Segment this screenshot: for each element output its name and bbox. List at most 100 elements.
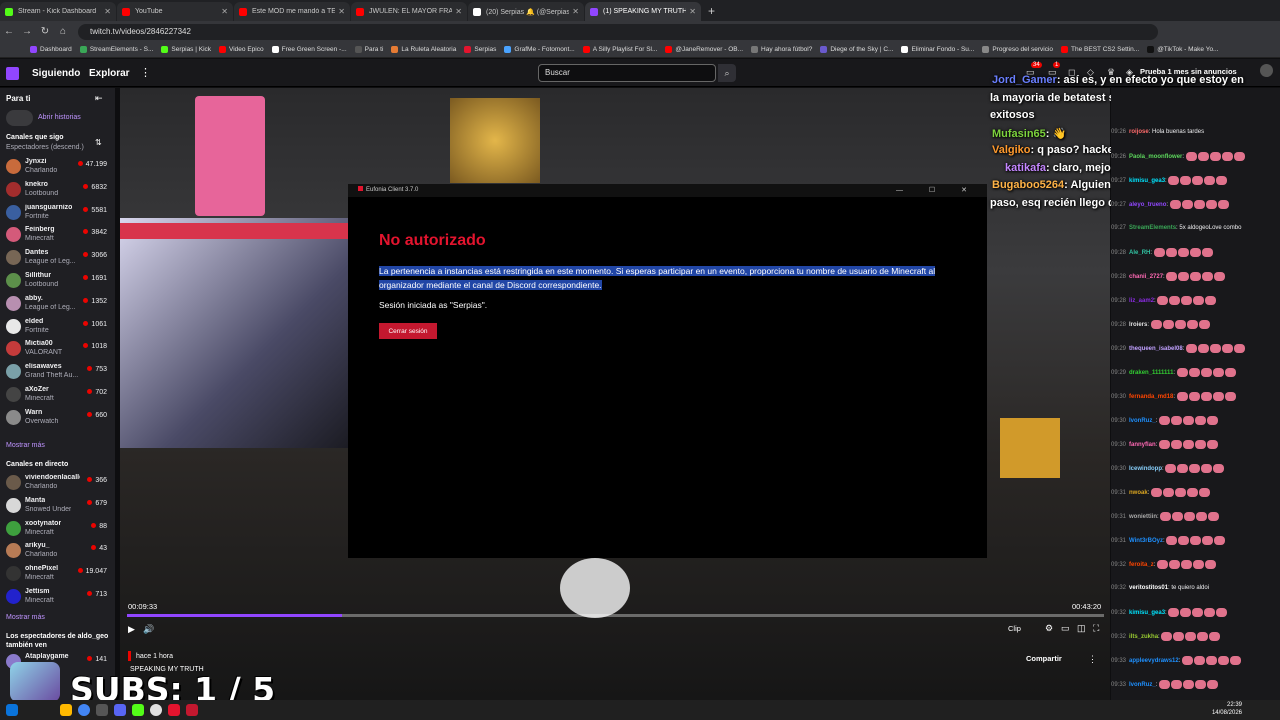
stories-link[interactable]: Abrir historias (38, 114, 81, 121)
chat-username[interactable]: Paola_moonflower (1129, 154, 1182, 160)
tab-close-icon[interactable]: ✕ (689, 7, 696, 16)
chat-username[interactable]: IvonRuz_ (1129, 682, 1156, 688)
bookmark-item[interactable]: GrafMe - Fotomont... (504, 46, 575, 53)
stories-avatars[interactable] (6, 110, 33, 126)
more-icon[interactable]: ⋮ (140, 66, 151, 79)
tab-close-icon[interactable]: ✕ (338, 7, 345, 16)
chat-username[interactable]: nwoak (1129, 490, 1148, 496)
chat-username[interactable]: lroiers (1129, 322, 1147, 328)
channel-item[interactable]: Warn Overwatch 660 (0, 407, 115, 429)
channel-item[interactable]: xootynator Minecraft 88 (0, 518, 115, 540)
channel-item[interactable]: viviendoenlacalle Charlando 366 (0, 472, 115, 494)
logout-button[interactable]: Cerrar sesión (379, 323, 437, 339)
channel-item[interactable]: Dantes League of Leg... 3066 (0, 247, 115, 269)
bookmark-item[interactable]: Dashboard (30, 46, 72, 53)
start-icon[interactable] (6, 704, 18, 716)
channel-item[interactable]: Jynxzi Charlando 47.199 (0, 156, 115, 178)
bookmark-item[interactable]: Progreso del servicio (982, 46, 1053, 53)
chat-username[interactable]: ilts_zukha (1129, 634, 1158, 640)
url-field[interactable]: twitch.tv/videos/2846227342 (78, 23, 1158, 40)
play-icon[interactable]: ▶ (128, 624, 135, 635)
channel-item[interactable]: elisawaves Grand Theft Au... 753 (0, 361, 115, 383)
bookmark-item[interactable]: Para ti (354, 46, 383, 53)
tab-close-icon[interactable]: ✕ (104, 7, 111, 16)
chat-username[interactable]: StreamElements (1129, 225, 1176, 231)
home-icon[interactable]: ⌂ (54, 26, 72, 37)
followed-sort[interactable]: Espectadores (descend.) (6, 144, 84, 151)
chat-username[interactable]: woniettiin (1129, 514, 1157, 520)
chat-username[interactable]: liz_aam2 (1129, 298, 1154, 304)
chat-username[interactable]: kimisu_gea3 (1129, 178, 1165, 184)
chat-username[interactable]: IvonRuz_ (1129, 418, 1156, 424)
bookmark-item[interactable]: Serpias (464, 46, 496, 53)
channel-item[interactable]: Manta Snowed Under 679 (0, 495, 115, 517)
sort-icon[interactable]: ⇅ (95, 138, 102, 147)
browser-tab[interactable]: (20) Serpias 🔔 (@Serpias) / X✕ (468, 2, 584, 21)
explorer-icon[interactable] (60, 704, 72, 716)
chat-username[interactable]: kimisu_gea3 (1129, 610, 1165, 616)
browser-tab[interactable]: YouTube ✕ (117, 2, 233, 21)
chat-username[interactable]: veritostitos01 (1129, 585, 1168, 591)
layout-icon[interactable]: ◫ (1077, 623, 1086, 634)
show-more-link-2[interactable]: Mostrar más (6, 614, 45, 621)
twitch-logo-icon[interactable] (6, 67, 19, 80)
channel-item[interactable]: arikyu_ Charlando 43 (0, 540, 115, 562)
chat-username[interactable]: roijose (1129, 129, 1149, 135)
chat-username[interactable]: feroita_z (1129, 562, 1154, 568)
channel-item[interactable]: knekro Lootbound 6832 (0, 179, 115, 201)
nav-browse[interactable]: Explorar (89, 68, 130, 79)
channel-item[interactable]: Feinberg Minecraft 3842 (0, 224, 115, 246)
bookmark-item[interactable]: The BEST CS2 Settin... (1061, 46, 1139, 53)
channel-item[interactable]: elded Fortnite 1061 (0, 316, 115, 338)
search-icon[interactable]: ⌕ (718, 64, 736, 82)
chat-username[interactable]: Wint3rBOyz (1129, 538, 1163, 544)
bookmark-item[interactable]: La Ruleta Aleatoria (391, 46, 456, 53)
channel-item[interactable]: Sillithur Lootbound 1691 (0, 270, 115, 292)
browser-tab[interactable]: Este MOD me mandó a TERAP✕ (234, 2, 350, 21)
bookmark-item[interactable]: Serpias | Kick (161, 46, 211, 53)
show-more-link[interactable]: Mostrar más (6, 442, 45, 449)
bookmark-item[interactable]: A Silly Playlist For Sl... (582, 46, 657, 53)
back-icon[interactable]: ← (0, 26, 18, 37)
tab-close-icon[interactable]: ✕ (572, 7, 579, 16)
channel-item[interactable]: abby. League of Leg... 1352 (0, 293, 115, 315)
nav-following[interactable]: Siguiendo (32, 68, 80, 79)
browser-tab[interactable]: (1) SPEAKING MY TRUTH - Twi✕ (585, 2, 701, 21)
bookmark-item[interactable]: Free Green Screen -... (271, 46, 347, 53)
channel-item[interactable]: juansguarnizo Fortnite 5581 (0, 202, 115, 224)
share-button[interactable]: Compartir (1026, 654, 1062, 663)
chat-username[interactable]: thequeen_isabel08 (1129, 346, 1183, 352)
bookmark-item[interactable]: Diege of the Sky | C... (820, 46, 893, 53)
bookmark-item[interactable]: Video Epico (219, 46, 264, 53)
bookmark-item[interactable]: @TikTok - Make Yo... (1147, 46, 1218, 53)
eufonia-icon[interactable] (168, 704, 180, 716)
bookmark-item[interactable]: @JaneRemover - OB... (665, 46, 743, 53)
chat-username[interactable]: draken_1111111 (1129, 370, 1173, 376)
clip-button[interactable]: Clip (1008, 624, 1021, 633)
channel-item[interactable]: ohnePixel Minecraft 19.047 (0, 563, 115, 585)
spotify-icon[interactable] (132, 704, 144, 716)
more-options-icon[interactable]: ⋮ (1088, 654, 1097, 665)
browser-tab[interactable]: Stream - Kick Dashboard ✕ (0, 2, 116, 21)
reload-icon[interactable]: ↻ (36, 26, 54, 37)
volume-icon[interactable]: 🔊 (143, 624, 154, 635)
obs-icon[interactable] (150, 704, 162, 716)
channel-item[interactable]: Mictia00 VALORANT 1018 (0, 338, 115, 360)
theatre-icon[interactable]: ▭ (1061, 623, 1070, 634)
chrome-icon[interactable] (78, 704, 90, 716)
channel-item[interactable]: Jettism Minecraft 713 (0, 586, 115, 608)
chat-username[interactable]: Ale_RH (1129, 250, 1150, 256)
chat-username[interactable]: appleevydraws12 (1129, 658, 1179, 664)
seek-bar[interactable] (127, 614, 1104, 617)
bookmark-item[interactable]: Eliminar Fondo - Su... (901, 46, 974, 53)
collapse-icon[interactable]: ⇤ (95, 93, 103, 104)
chat-username[interactable]: chanii_2727 (1129, 274, 1163, 280)
chat-username[interactable]: aleyo_trueno (1129, 202, 1166, 208)
new-tab-button[interactable]: + (702, 2, 721, 21)
chat-username[interactable]: fernanda_md18 (1129, 394, 1173, 400)
app-icon[interactable] (96, 704, 108, 716)
discord-icon[interactable] (114, 704, 126, 716)
chat-username[interactable]: fannyflan (1129, 442, 1156, 448)
user-avatar[interactable] (1260, 64, 1273, 77)
tab-close-icon[interactable]: ✕ (455, 7, 462, 16)
